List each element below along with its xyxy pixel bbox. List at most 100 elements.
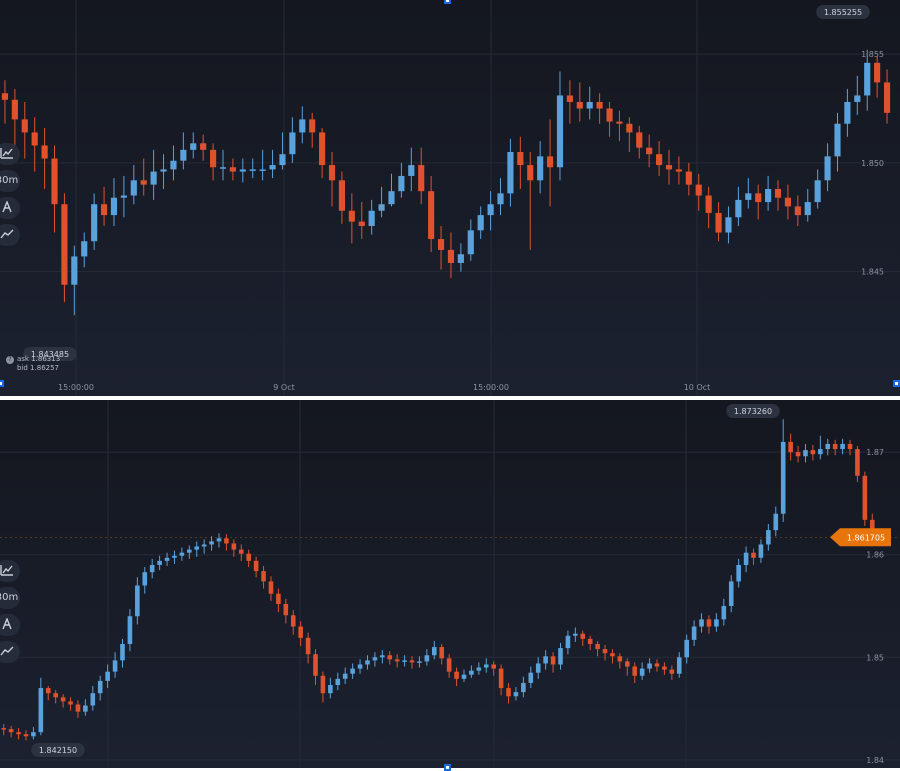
candle-up[interactable] <box>190 132 197 159</box>
drawing-tools-icon[interactable] <box>0 641 20 663</box>
candle-down[interactable] <box>253 556 259 578</box>
candle-up[interactable] <box>691 620 697 647</box>
candle-up[interactable] <box>825 438 831 456</box>
candle-down[interactable] <box>439 643 445 665</box>
candle-down[interactable] <box>298 621 303 647</box>
candle-down[interactable] <box>810 444 816 461</box>
candle-up[interactable] <box>647 658 652 673</box>
candle-up[interactable] <box>814 169 821 209</box>
candle-down[interactable] <box>774 180 782 211</box>
candle-up[interactable] <box>130 165 137 205</box>
candle-down[interactable] <box>68 697 73 711</box>
timeframe-button[interactable]: 30m <box>0 170 20 192</box>
candle-up[interactable] <box>844 88 851 137</box>
candle-up[interactable] <box>172 550 177 564</box>
candle-down[interactable] <box>794 195 801 226</box>
selection-handle[interactable] <box>444 0 451 4</box>
candle-down[interactable] <box>685 162 692 196</box>
candle-up[interactable] <box>543 650 548 670</box>
candle-up[interactable] <box>110 178 118 226</box>
candle-up[interactable] <box>120 175 127 218</box>
candle-up[interactable] <box>209 536 214 551</box>
candle-down[interactable] <box>656 141 663 176</box>
candle-up[interactable] <box>105 664 110 689</box>
info-icon[interactable]: ? <box>6 356 14 364</box>
candle-down[interactable] <box>60 694 66 708</box>
candle-up[interactable] <box>513 687 519 701</box>
candlestick-chart-top[interactable]: 1.855 1.850 1.845 15:00:00 9 Oct 15:00:00 10 O… <box>0 0 900 396</box>
candle-up[interactable] <box>269 149 276 179</box>
candle-down[interactable] <box>8 726 14 738</box>
candle-up[interactable] <box>38 677 44 736</box>
candle-down[interactable] <box>53 690 58 704</box>
candle-up[interactable] <box>431 640 437 660</box>
candle-up[interactable] <box>676 652 682 678</box>
selection-handle[interactable] <box>893 380 900 387</box>
candle-down[interactable] <box>550 652 556 673</box>
candle-up[interactable] <box>90 686 96 711</box>
candle-down[interactable] <box>587 635 593 651</box>
chart-panel-bottom[interactable]: 1.87 1.86 1.85 1.84 1.873260 1.842150 1.861705… <box>0 400 900 768</box>
candle-up[interactable] <box>758 539 764 563</box>
candle-up[interactable] <box>150 149 157 200</box>
candle-up[interactable] <box>487 191 494 231</box>
candlestick-chart-bottom[interactable]: 1.87 1.86 1.85 1.84 1.873260 1.842150 1.861705 <box>0 400 900 768</box>
candle-down[interactable] <box>832 439 838 456</box>
candle-down[interactable] <box>31 117 38 172</box>
candle-down[interactable] <box>246 549 251 568</box>
candle-up[interactable] <box>142 567 148 594</box>
candle-down[interactable] <box>883 69 891 124</box>
candle-up[interactable] <box>112 652 118 678</box>
candle-up[interactable] <box>477 206 484 240</box>
candle-up[interactable] <box>586 86 593 120</box>
timeframe-button[interactable]: 30m <box>0 587 20 609</box>
candle-down[interactable] <box>517 136 524 189</box>
candle-up[interactable] <box>368 199 375 235</box>
candle-up[interactable] <box>135 577 140 625</box>
candle-down[interactable] <box>394 654 400 668</box>
candle-up[interactable] <box>179 547 185 561</box>
candle-down[interactable] <box>21 101 28 159</box>
candle-up[interactable] <box>335 672 341 691</box>
candle-up[interactable] <box>804 189 811 222</box>
candle-down[interactable] <box>596 93 603 124</box>
candle-up[interactable] <box>457 243 464 272</box>
candle-down[interactable] <box>632 662 638 683</box>
candle-up[interactable] <box>249 158 256 179</box>
candle-up[interactable] <box>725 206 732 244</box>
candle-down[interactable] <box>491 661 496 676</box>
candle-down[interactable] <box>454 667 459 687</box>
candle-down[interactable] <box>418 147 425 205</box>
candle-down[interactable] <box>636 125 643 159</box>
indicators-icon[interactable] <box>0 614 20 636</box>
candle-up[interactable] <box>743 546 749 573</box>
candle-down[interactable] <box>665 149 673 185</box>
candle-up[interactable] <box>424 649 430 666</box>
candle-down[interactable] <box>224 534 229 551</box>
candle-up[interactable] <box>854 75 861 116</box>
candle-up[interactable] <box>476 662 482 675</box>
chart-type-icon[interactable] <box>0 143 20 165</box>
candle-down[interactable] <box>319 128 326 179</box>
candle-up[interactable] <box>149 558 155 579</box>
candle-down[interactable] <box>309 112 316 148</box>
candle-up[interactable] <box>497 178 504 216</box>
candle-down[interactable] <box>795 446 801 463</box>
candle-down[interactable] <box>715 202 722 242</box>
candle-down[interactable] <box>1 723 7 736</box>
candle-down[interactable] <box>755 184 762 220</box>
candle-down[interactable] <box>602 644 608 661</box>
candle-down[interactable] <box>855 446 860 482</box>
candle-up[interactable] <box>127 609 133 652</box>
candle-down[interactable] <box>100 186 108 226</box>
candle-down[interactable] <box>229 158 236 181</box>
candle-down[interactable] <box>41 128 48 189</box>
candle-up[interactable] <box>81 232 88 268</box>
candle-up[interactable] <box>818 435 823 460</box>
candle-up[interactable] <box>187 545 192 559</box>
candle-up[interactable] <box>160 154 167 189</box>
candle-down[interactable] <box>313 649 318 685</box>
candle-up[interactable] <box>180 132 187 170</box>
candle-down[interactable] <box>675 156 682 185</box>
candle-up[interactable] <box>299 106 306 144</box>
